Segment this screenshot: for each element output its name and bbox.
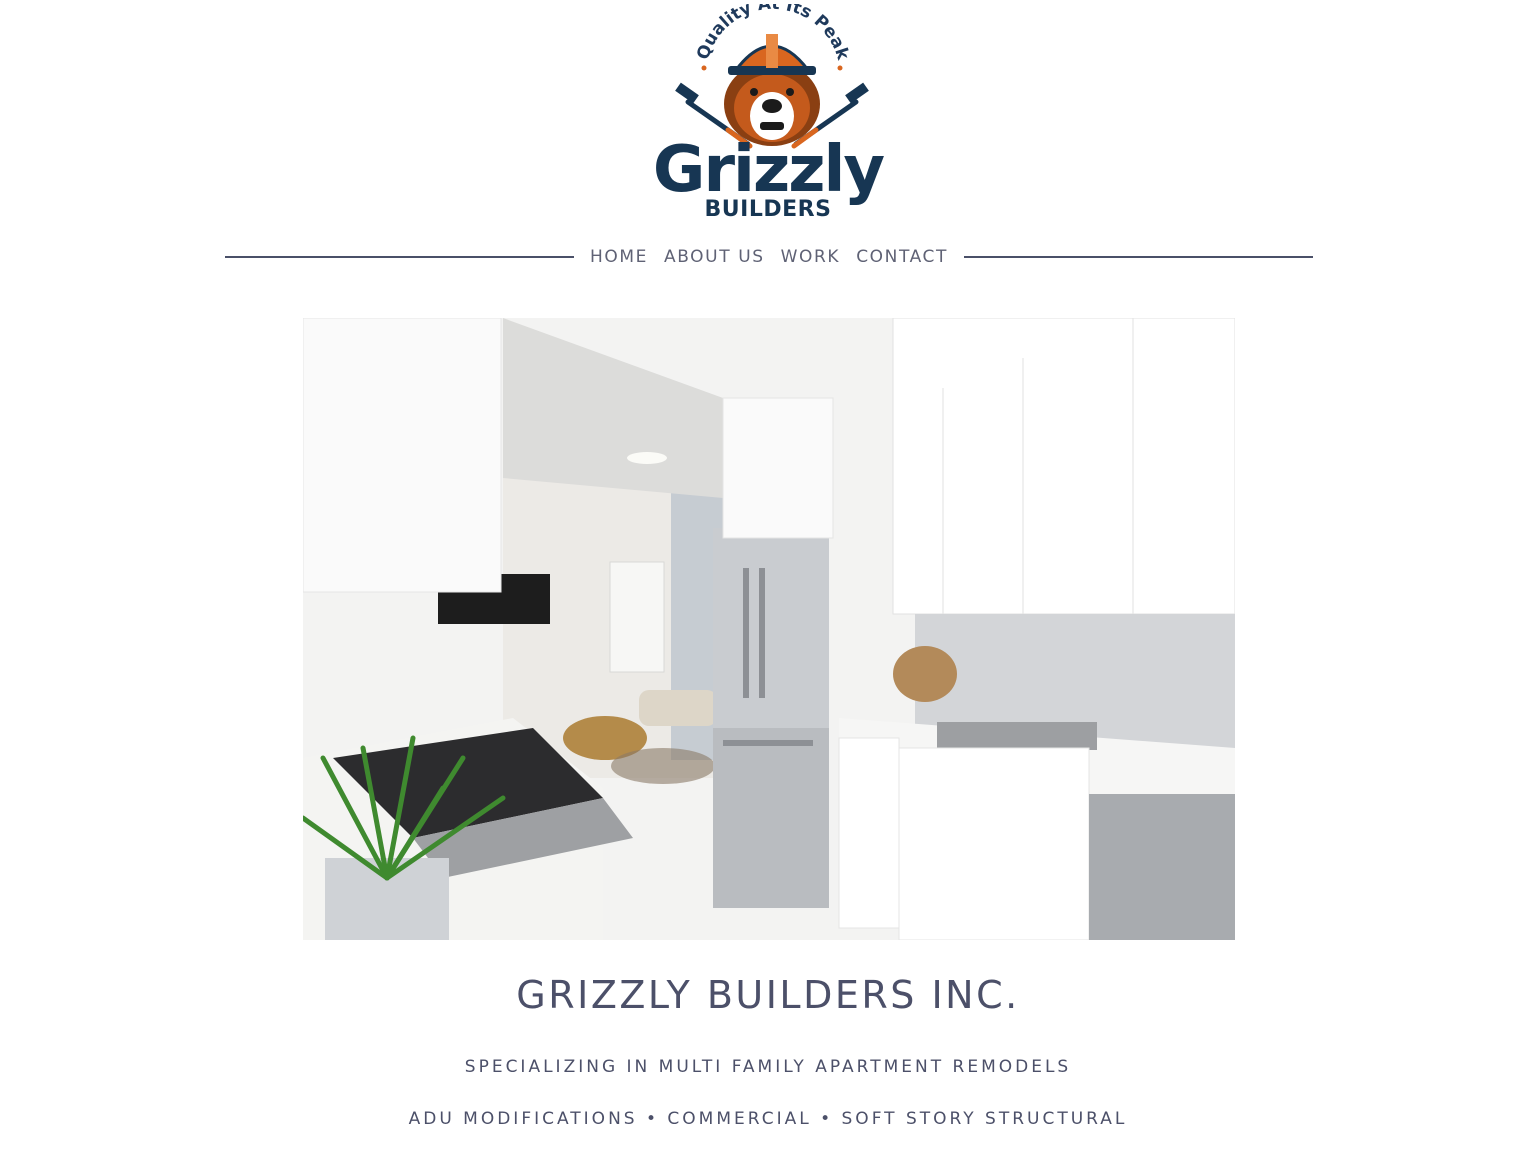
nav-work[interactable]: WORK [773, 247, 849, 267]
nav-contact[interactable]: CONTACT [848, 247, 956, 267]
services-text: ADU MODIFICATIONS • COMMERCIAL • SOFT ST… [408, 1109, 1128, 1129]
kitchen-photo-illustration [303, 318, 1235, 940]
logo-wordmark: Grizzly [652, 133, 885, 207]
specialty-text: SPECIALIZING IN MULTI FAMILY APARTMENT R… [464, 1057, 1072, 1077]
page-title: GRIZZLY BUILDERS INC. [516, 973, 1020, 1017]
logo-submark: BUILDERS [704, 197, 832, 222]
nav-divider-left [225, 256, 574, 258]
site-logo[interactable]: Quality At Its Peak Grizzly BUILDERS [628, 4, 908, 226]
nav-home[interactable]: HOME [582, 247, 656, 267]
main-navigation: HOME ABOUT US WORK CONTACT [225, 243, 1314, 271]
nav-divider-right [964, 256, 1314, 258]
nav-items: HOME ABOUT US WORK CONTACT [574, 247, 964, 267]
hero-image [303, 318, 1235, 940]
nav-about-us[interactable]: ABOUT US [656, 247, 773, 267]
